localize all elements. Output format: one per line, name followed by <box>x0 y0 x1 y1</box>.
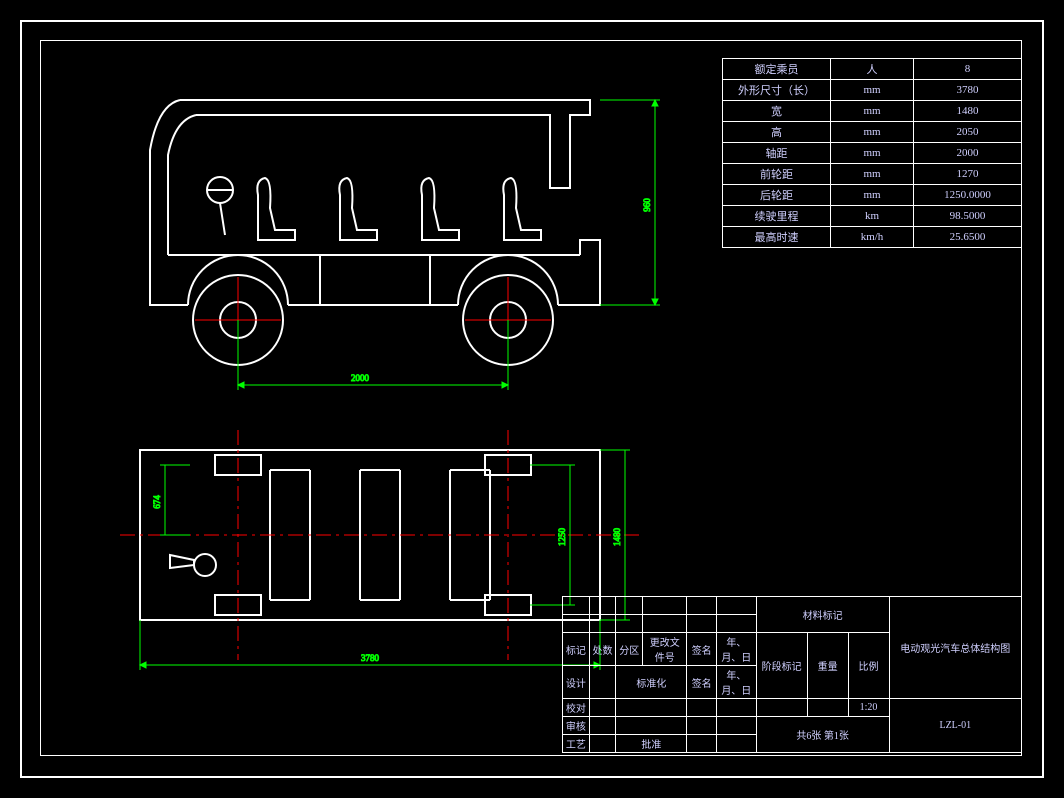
sheet-info: 共6张 第1张 <box>756 717 889 753</box>
dim-track: 1250 <box>557 528 567 547</box>
dim-body-width: 1480 <box>612 528 622 547</box>
seat-icon <box>503 178 541 240</box>
spec-table: 额定乘员人8 外形尺寸（长）mm3780 宽mm1480 高mm2050 轴距m… <box>722 58 1022 248</box>
seat-icon <box>421 178 459 240</box>
table-row: 额定乘员人8 <box>723 59 1022 80</box>
drawing-number: LZL-01 <box>889 699 1021 753</box>
table-row: 轴距mm2000 <box>723 143 1022 164</box>
dimensions-side: 2000 960 <box>238 100 660 390</box>
dim-half-width: 674 <box>152 495 162 509</box>
title-block: 材料标记 电动观光汽车总体结构图 标记 处数 分区 更改文件号 签名 年、月、日… <box>562 596 1022 753</box>
dimensions-top: 3780 674 1250 1480 <box>140 450 630 670</box>
seat-icon <box>339 178 377 240</box>
table-row: 续驶里程km98.5000 <box>723 206 1022 227</box>
table-row: 宽mm1480 <box>723 101 1022 122</box>
center-marks <box>195 277 551 363</box>
table-row: 前轮距mm1270 <box>723 164 1022 185</box>
table-row: 最高时速km/h25.6500 <box>723 227 1022 248</box>
table-row: 后轮距mm1250.0000 <box>723 185 1022 206</box>
table-row: 外形尺寸（长）mm3780 <box>723 80 1022 101</box>
seat-icon <box>257 178 295 240</box>
table-row: 高mm2050 <box>723 122 1022 143</box>
material-mark: 材料标记 <box>756 597 889 633</box>
drawing-title: 电动观光汽车总体结构图 <box>889 597 1021 699</box>
side-view <box>150 100 600 365</box>
dim-height: 960 <box>642 198 652 212</box>
dim-wheelbase: 2000 <box>351 373 370 383</box>
dim-length: 3780 <box>361 653 380 663</box>
